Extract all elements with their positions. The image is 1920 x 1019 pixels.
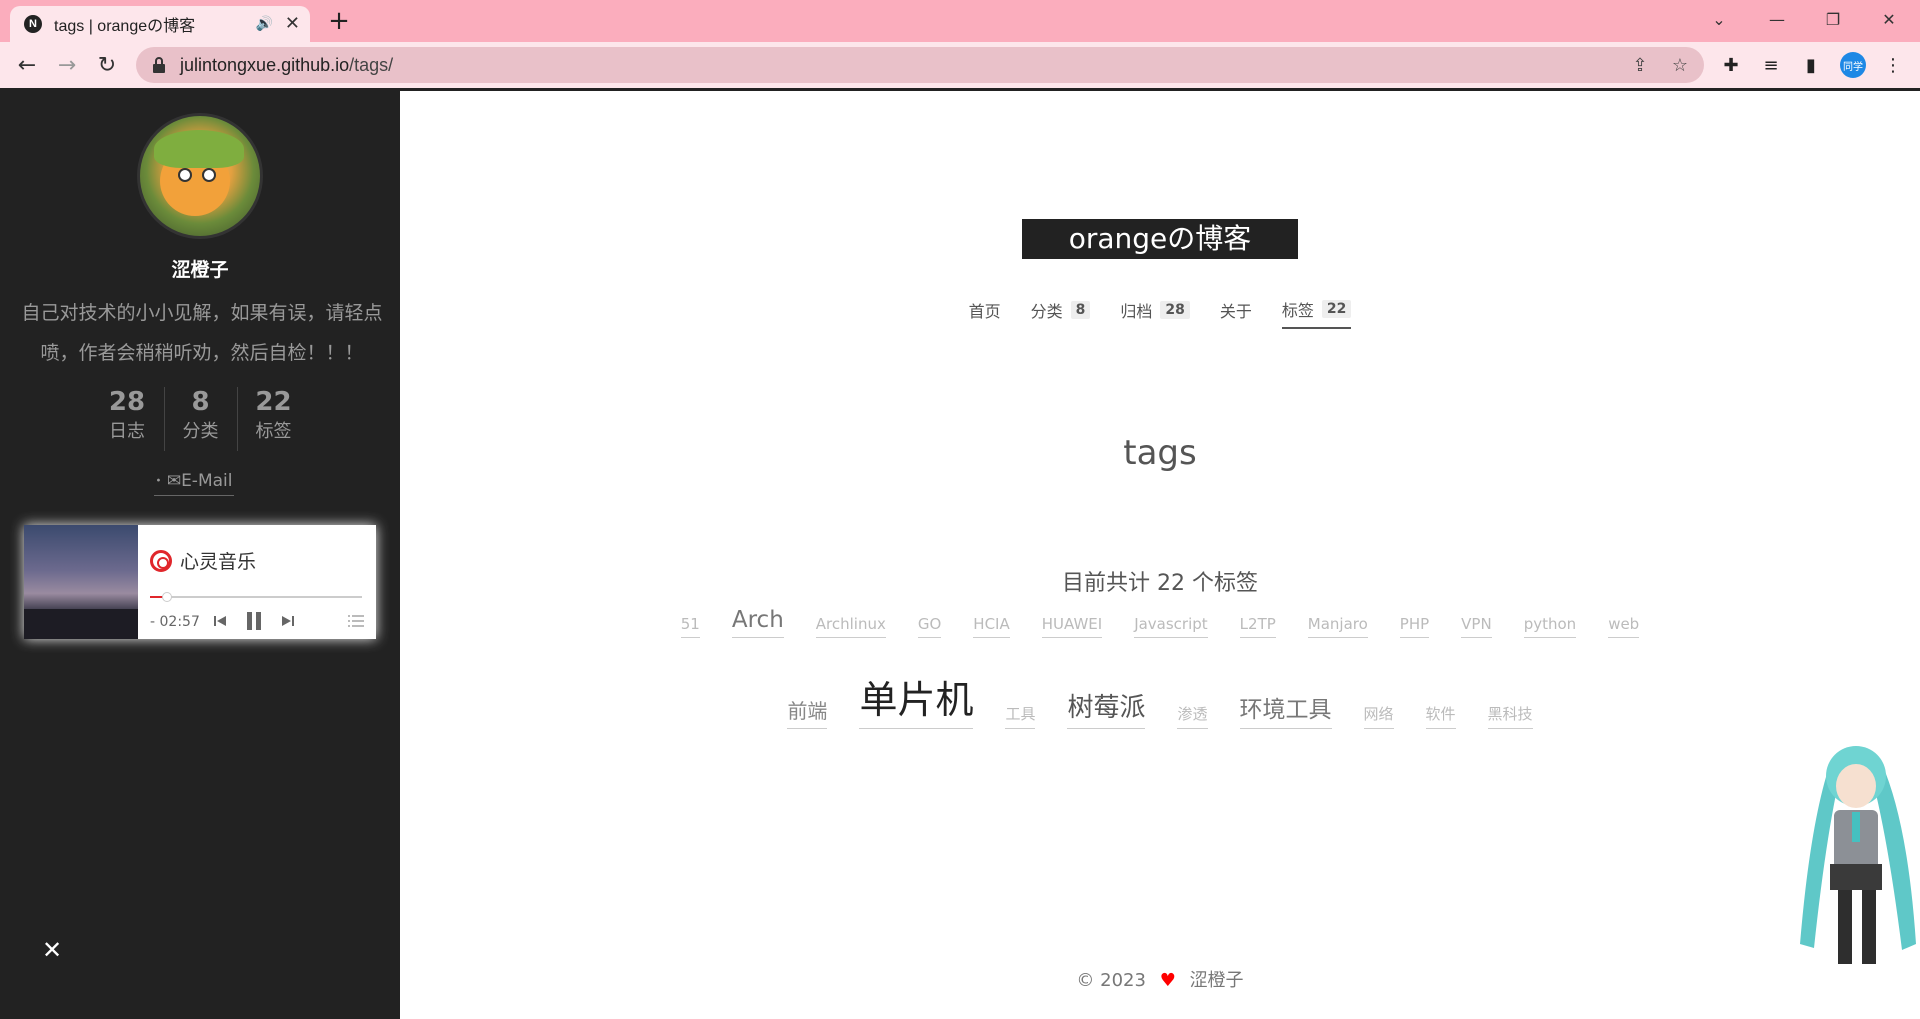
tag-cloud-row-1: 51 Arch Archlinux GO HCIA HUAWEI Javascript L2T…	[400, 607, 1920, 638]
profile-avatar[interactable]: 同学	[1840, 52, 1866, 78]
back-button[interactable]: ←	[12, 50, 42, 80]
tag-cloud-row-2: 前端 单片机工具 树莓派 渗透 环境工具 网络 软件 黑科技	[400, 669, 1920, 729]
tag-link[interactable]: 黑科技	[1487, 703, 1533, 729]
tag-link[interactable]: Arch	[731, 607, 784, 638]
tag-link[interactable]: VPN	[1461, 615, 1492, 638]
main-menu: 首页 分类 8 归档 28 关于 标签 22	[400, 297, 1920, 329]
tag-link[interactable]: PHP	[1399, 615, 1430, 638]
url-text: julintongxue.github.io/tags/	[180, 54, 394, 75]
heart-icon: ♥	[1159, 970, 1176, 991]
footer-copyright: © 2023	[1076, 970, 1146, 991]
tag-link[interactable]: Javascript	[1134, 615, 1208, 638]
tag-link[interactable]: GO	[917, 615, 942, 638]
browser-tab-bar: N tags | orangeの博客 🔊 ✕ + ⌄ — ❐ ✕	[0, 0, 1920, 42]
extensions-icon[interactable]: ✚	[1716, 50, 1746, 80]
tab-search-icon[interactable]: ⌄	[1694, 0, 1744, 38]
tag-link[interactable]: python	[1523, 615, 1577, 638]
menu-badge: 28	[1160, 301, 1190, 319]
tag-link[interactable]: web	[1608, 615, 1640, 638]
sidebar: 涩橙子 自己对技术的小小见解，如果有误，请轻点喷，作者会稍稍听劝，然后自检！！！…	[0, 91, 400, 1019]
reload-button[interactable]: ↻	[92, 50, 122, 80]
tab-title: tags | orangeの博客	[54, 18, 196, 35]
url-bar[interactable]: julintongxue.github.io/tags/ ⇪ ☆	[136, 47, 1704, 83]
tag-count-text: 目前共计 22 个标签	[1062, 571, 1258, 596]
tag-link[interactable]: 树莓派	[1067, 687, 1146, 729]
tag-link[interactable]: 前端	[787, 695, 828, 729]
music-player: 心灵音乐 - 02:57	[24, 525, 376, 639]
sidebar-close-icon[interactable]: ✕	[42, 936, 62, 964]
site-stats: 28 日志 8 分类 22 标签	[90, 387, 310, 451]
tag-link[interactable]: HUAWEI	[1041, 615, 1103, 638]
tag-link[interactable]: 51	[680, 615, 700, 638]
menu-about[interactable]: 关于	[1220, 298, 1252, 328]
tag-link[interactable]: 网络	[1363, 703, 1394, 729]
site-brand[interactable]: orangeの博客	[1022, 219, 1298, 259]
author-description: 自己对技术的小小见解，如果有误，请轻点喷，作者会稍稍听劝，然后自检！！！	[21, 302, 383, 364]
restore-button[interactable]: ❐	[1808, 0, 1858, 38]
media-control-icon[interactable]: ≡	[1756, 50, 1786, 80]
lock-icon	[152, 57, 166, 73]
tag-link[interactable]: 渗透	[1177, 703, 1208, 729]
stat-posts[interactable]: 28 日志	[91, 387, 164, 451]
close-window-button[interactable]: ✕	[1864, 0, 1914, 38]
song-title-row: 心灵音乐	[150, 547, 256, 574]
share-icon[interactable]: ⇪	[1630, 55, 1650, 76]
stat-categories[interactable]: 8 分类	[163, 387, 237, 451]
stat-tags[interactable]: 22 标签	[236, 387, 310, 451]
author-name: 涩橙子	[171, 259, 229, 281]
footer: © 2023 ♥ 涩橙子	[400, 966, 1920, 992]
tag-link[interactable]: 单片机	[859, 669, 974, 729]
tag-link[interactable]: 软件	[1425, 703, 1456, 729]
tag-link[interactable]: Archlinux	[815, 615, 886, 638]
tag-link[interactable]: 环境工具	[1239, 690, 1332, 729]
song-title: 心灵音乐	[180, 551, 257, 573]
menu-badge: 8	[1070, 301, 1091, 319]
menu-tags[interactable]: 标签 22	[1281, 297, 1352, 329]
speaker-icon[interactable]: 🔊	[255, 16, 272, 32]
progress-bar[interactable]	[150, 592, 362, 602]
side-panel-icon[interactable]: ▮	[1796, 50, 1826, 80]
menu-archives[interactable]: 归档 28	[1120, 298, 1190, 328]
live2d-character-widget[interactable]	[1790, 734, 1920, 978]
browser-menu-icon[interactable]: ⋮	[1878, 50, 1908, 80]
minimize-button[interactable]: —	[1752, 0, 1802, 38]
author-avatar	[137, 113, 263, 239]
forward-button[interactable]: →	[52, 50, 82, 80]
browser-tab[interactable]: N tags | orangeの博客 🔊 ✕	[10, 6, 310, 42]
page-title: tags	[1123, 433, 1197, 473]
bookmark-star-icon[interactable]: ☆	[1670, 55, 1690, 76]
close-tab-icon[interactable]: ✕	[285, 15, 300, 33]
menu-badge: 22	[1321, 300, 1352, 318]
tag-link[interactable]: L2TP	[1239, 615, 1276, 638]
next-track-icon[interactable]	[278, 611, 298, 631]
playlist-icon[interactable]	[346, 611, 366, 631]
main-content: orangeの博客 首页 分类 8 归档 28 关于 标签 22 tags 目前…	[400, 91, 1920, 1019]
site-favicon-icon: N	[24, 15, 42, 33]
album-cover[interactable]	[24, 525, 138, 639]
tag-link[interactable]: Manjaro	[1307, 615, 1368, 638]
menu-home[interactable]: 首页	[969, 298, 1001, 328]
new-tab-button[interactable]: +	[326, 8, 352, 35]
remaining-time: - 02:57	[150, 614, 200, 630]
netease-music-icon	[150, 549, 172, 572]
tag-link[interactable]: 工具	[1005, 703, 1036, 729]
tag-link[interactable]: HCIA	[973, 615, 1010, 638]
address-bar-row: ← → ↻ julintongxue.github.io/tags/ ⇪ ☆ ✚…	[0, 42, 1920, 88]
progress-knob[interactable]	[161, 592, 172, 602]
previous-track-icon[interactable]	[210, 611, 230, 631]
email-link[interactable]: • ✉E-Mail	[154, 471, 234, 496]
footer-author: 涩橙子	[1189, 970, 1244, 991]
envelope-icon: ✉	[166, 471, 182, 491]
pause-icon[interactable]	[242, 611, 266, 631]
menu-categories[interactable]: 分类 8	[1031, 298, 1091, 328]
